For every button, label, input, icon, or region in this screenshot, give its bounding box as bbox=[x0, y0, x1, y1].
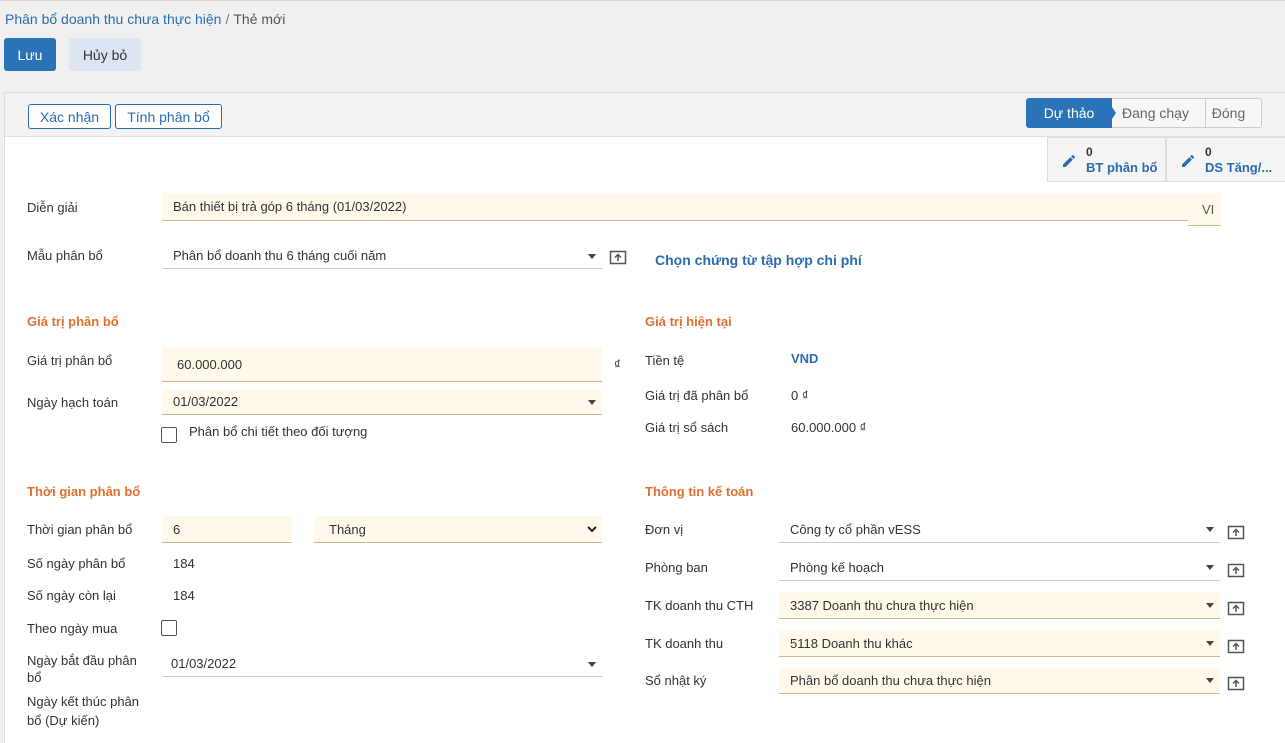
status-running[interactable]: Đang chạy bbox=[1106, 98, 1206, 128]
allocation-time-section-title: Thời gian phân bổ bbox=[27, 484, 141, 499]
allocation-value-input[interactable]: 60.000.000 bbox=[162, 347, 602, 382]
confirm-button[interactable]: Xác nhận bbox=[28, 104, 111, 129]
journal-value: Phân bổ doanh thu chưa thực hiện bbox=[790, 672, 991, 688]
template-select[interactable]: Phân bổ doanh thu 6 tháng cuối năm bbox=[162, 243, 602, 269]
chevron-down-icon bbox=[1206, 603, 1214, 608]
revenue-account-value: 5118 Doanh thu khác bbox=[790, 635, 913, 651]
posting-date-input[interactable]: 01/03/2022 bbox=[162, 389, 602, 415]
by-purchase-date-label: Theo ngày mua bbox=[27, 621, 118, 636]
allocation-period-label: Thời gian phân bổ bbox=[27, 522, 133, 537]
cancel-button[interactable]: Hủy bỏ bbox=[69, 38, 141, 71]
chevron-down-icon bbox=[1206, 527, 1214, 532]
external-link-icon[interactable] bbox=[1227, 675, 1245, 691]
accounting-section-title: Thông tin kế toán bbox=[645, 484, 754, 499]
chevron-down-icon bbox=[588, 399, 596, 405]
chevron-down-icon bbox=[588, 661, 596, 667]
department-label: Phòng ban bbox=[645, 560, 708, 575]
remaining-days-label: Số ngày còn lại bbox=[27, 588, 116, 603]
allocated-value: 0 ₫ bbox=[791, 388, 809, 403]
description-label: Diễn giải bbox=[27, 200, 78, 215]
status-active-arrow bbox=[1106, 98, 1116, 128]
book-value: 60.000.000 ₫ bbox=[791, 420, 867, 435]
remaining-days-value: 184 bbox=[173, 588, 195, 603]
pencil-icon bbox=[1182, 154, 1195, 167]
breadcrumb-current: Thẻ mới bbox=[233, 11, 286, 27]
allocation-entries-button[interactable]: 0 BT phân bổ bbox=[1047, 137, 1166, 182]
unearned-revenue-account-label: TK doanh thu CTH bbox=[645, 598, 754, 613]
breadcrumb-separator: / bbox=[225, 11, 230, 27]
allocation-value-label: Giá trị phân bổ bbox=[27, 353, 113, 368]
allocation-value-section-title: Giá trị phân bổ bbox=[27, 314, 119, 329]
journal-select[interactable]: Phân bổ doanh thu chưa thực hiện bbox=[779, 667, 1220, 694]
allocation-unit-value: Tháng bbox=[329, 521, 366, 537]
currency-label: Tiền tệ bbox=[645, 353, 685, 368]
journal-label: Sổ nhật ký bbox=[645, 673, 707, 688]
chevron-down-icon bbox=[1206, 641, 1214, 646]
by-purchase-date-checkbox[interactable] bbox=[161, 620, 177, 636]
current-value-section-title: Giá trị hiện tại bbox=[645, 314, 732, 329]
form-sheet: Xác nhận Tính phân bổ Đóng Đang chạy Dự … bbox=[4, 92, 1285, 743]
revenue-account-label: TK doanh thu bbox=[645, 636, 724, 651]
choose-cost-documents-link[interactable]: Chọn chứng từ tập hợp chi phí bbox=[655, 252, 862, 268]
department-value: Phòng kế hoạch bbox=[790, 559, 884, 575]
pencil-icon bbox=[1063, 154, 1076, 167]
start-date-input[interactable]: 01/03/2022 bbox=[162, 651, 602, 677]
department-select[interactable]: Phòng kế hoạch bbox=[779, 554, 1220, 581]
increase-list-label: DS Tăng/... bbox=[1205, 159, 1273, 175]
save-button[interactable]: Lưu bbox=[4, 38, 56, 71]
start-date-value: 01/03/2022 bbox=[171, 656, 237, 671]
chevron-down-icon bbox=[1206, 565, 1214, 570]
currency-value[interactable]: VND bbox=[791, 351, 818, 366]
unearned-revenue-account-select[interactable]: 3387 Doanh thu chưa thực hiện bbox=[779, 592, 1220, 619]
chevron-down-icon bbox=[1206, 678, 1214, 683]
allocation-entries-count: 0 bbox=[1086, 144, 1093, 159]
detail-by-object-label: Phân bổ chi tiết theo đối tượng bbox=[189, 424, 368, 439]
increase-list-button[interactable]: 0 DS Tăng/... bbox=[1166, 137, 1285, 182]
language-badge[interactable]: VI bbox=[1188, 193, 1221, 226]
control-panel: Phân bổ doanh thu chưa thực hiện / Thẻ mới… bbox=[0, 0, 1285, 80]
external-link-icon[interactable] bbox=[1227, 638, 1245, 654]
increase-list-count: 0 bbox=[1205, 144, 1212, 159]
chevron-down-icon bbox=[587, 526, 597, 533]
template-label: Mẫu phân bổ bbox=[27, 248, 103, 263]
allocation-unit-select[interactable]: Tháng bbox=[314, 516, 602, 543]
start-date-label: Ngày bắt đầu phân bổ bbox=[27, 653, 137, 685]
posting-date-value: 01/03/2022 bbox=[173, 394, 239, 409]
revenue-account-select[interactable]: 5118 Doanh thu khác bbox=[779, 630, 1220, 657]
book-value-label: Giá trị sổ sách bbox=[645, 420, 729, 435]
external-link-icon[interactable] bbox=[609, 249, 627, 265]
template-value: Phân bổ doanh thu 6 tháng cuối năm bbox=[173, 248, 387, 263]
allocated-value-label: Giá trị đã phân bổ bbox=[645, 388, 749, 403]
detail-by-object-checkbox[interactable] bbox=[161, 427, 177, 443]
form-header-bar: Xác nhận Tính phân bổ Đóng Đang chạy Dự … bbox=[5, 93, 1285, 137]
external-link-icon[interactable] bbox=[1227, 600, 1245, 616]
posting-date-label: Ngày hạch toán bbox=[27, 395, 119, 410]
currency-symbol: ₫ bbox=[614, 357, 621, 372]
unit-label: Đơn vị bbox=[645, 522, 684, 537]
allocation-days-value: 184 bbox=[173, 556, 195, 571]
end-date-label: Ngày kết thúc phân bổ (Dự kiến) bbox=[27, 694, 140, 728]
unearned-revenue-account-value: 3387 Doanh thu chưa thực hiện bbox=[790, 597, 974, 613]
description-input[interactable]: Bán thiết bị trả góp 6 tháng (01/03/2022… bbox=[162, 193, 1188, 221]
allocation-entries-label: BT phân bổ bbox=[1086, 159, 1158, 175]
status-draft[interactable]: Dự thảo bbox=[1026, 98, 1112, 128]
chevron-down-icon bbox=[588, 253, 596, 259]
unit-select[interactable]: Công ty cổ phần vESS bbox=[779, 516, 1220, 543]
allocation-days-label: Số ngày phân bổ bbox=[27, 556, 126, 571]
unit-value: Công ty cổ phần vESS bbox=[790, 521, 921, 537]
compute-allocation-button[interactable]: Tính phân bổ bbox=[115, 104, 222, 129]
external-link-icon[interactable] bbox=[1227, 562, 1245, 578]
external-link-icon[interactable] bbox=[1227, 524, 1245, 540]
breadcrumb-parent-link[interactable]: Phân bổ doanh thu chưa thực hiện bbox=[5, 11, 221, 27]
allocation-period-input[interactable]: 6 bbox=[162, 516, 292, 543]
breadcrumb: Phân bổ doanh thu chưa thực hiện / Thẻ mới bbox=[5, 11, 285, 27]
